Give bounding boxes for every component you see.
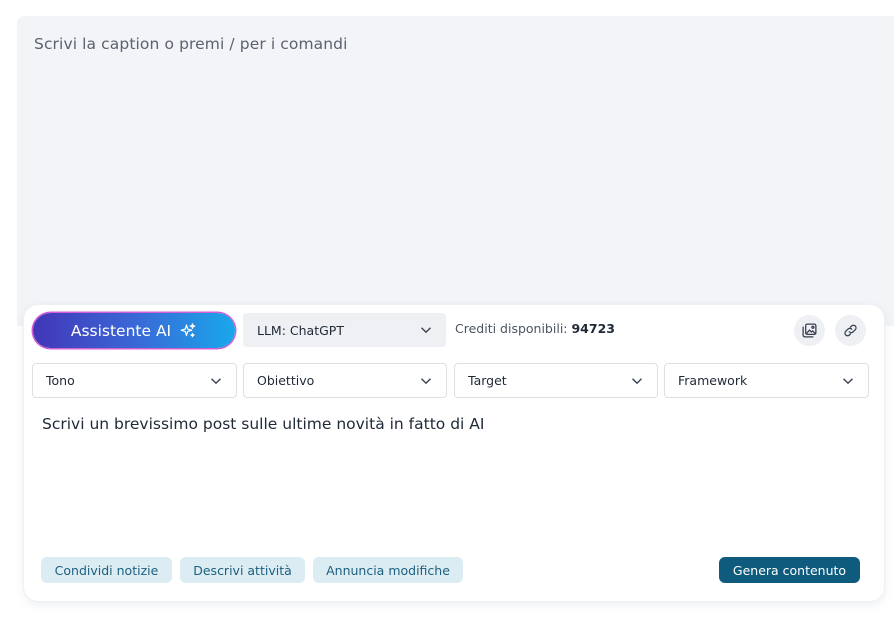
llm-select-value: LLM: ChatGPT — [257, 322, 344, 338]
credits-info: Crediti disponibili: 94723 — [455, 321, 615, 336]
chip-share-news[interactable]: Condividi notizie — [41, 557, 172, 583]
objective-dropdown-label: Obiettivo — [257, 373, 315, 388]
target-dropdown[interactable]: Target — [454, 363, 658, 398]
prompt-input[interactable]: Scrivi un brevissimo post sulle ultime n… — [42, 415, 484, 433]
chevron-down-icon — [632, 377, 642, 384]
framework-dropdown[interactable]: Framework — [664, 363, 869, 398]
assistant-ai-button[interactable]: Assistente AI — [33, 313, 235, 348]
link-button[interactable] — [835, 315, 866, 346]
tone-dropdown[interactable]: Tono — [32, 363, 237, 398]
llm-select[interactable]: LLM: ChatGPT — [243, 313, 446, 347]
tone-dropdown-label: Tono — [46, 373, 75, 388]
framework-dropdown-label: Framework — [678, 373, 748, 388]
chip-announce-changes[interactable]: Annuncia modifiche — [313, 557, 463, 583]
credits-value: 94723 — [571, 321, 615, 336]
credits-label: Crediti disponibili: — [455, 321, 568, 336]
image-library-button[interactable] — [794, 315, 825, 346]
chevron-down-icon — [421, 327, 431, 334]
sparkles-icon — [180, 322, 196, 337]
chip-describe-activity[interactable]: Descrivi attività — [180, 557, 305, 583]
chevron-down-icon — [211, 377, 221, 384]
caption-placeholder: Scrivi la caption o premi / per i comand… — [34, 35, 348, 53]
caption-editor[interactable]: Scrivi la caption o premi / per i comand… — [17, 16, 894, 326]
target-dropdown-label: Target — [468, 373, 507, 388]
image-library-icon — [802, 323, 817, 338]
generate-content-button[interactable]: Genera contenuto — [719, 557, 860, 583]
link-icon — [844, 324, 857, 337]
chevron-down-icon — [421, 377, 431, 384]
objective-dropdown[interactable]: Obiettivo — [243, 363, 447, 398]
assistant-ai-label: Assistente AI — [70, 321, 172, 340]
chevron-down-icon — [843, 377, 853, 384]
